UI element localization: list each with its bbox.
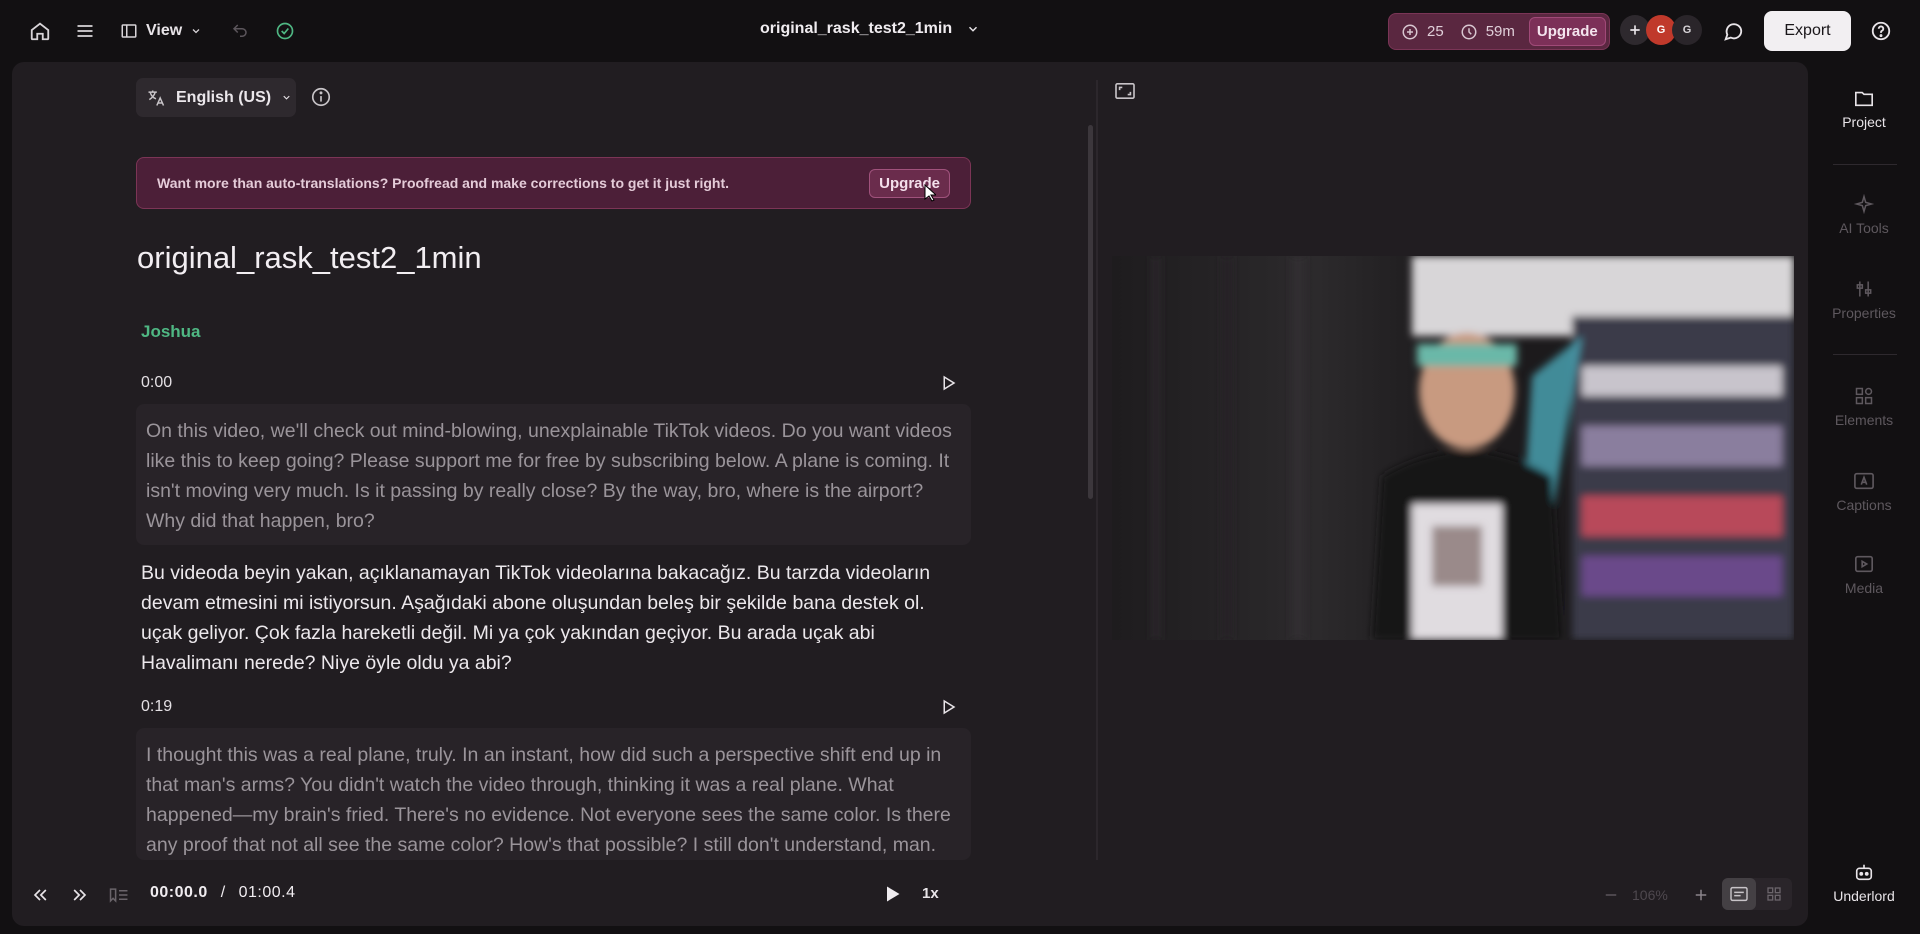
- credits-time: 59m: [1485, 23, 1515, 40]
- translate-icon: [148, 90, 165, 106]
- view-toggle: [1722, 878, 1792, 910]
- sidebar-label: Properties: [1832, 305, 1896, 321]
- skip-back-icon[interactable]: [30, 886, 50, 904]
- sidebar-item-elements[interactable]: Elements: [1818, 386, 1910, 428]
- transcript-scrollbar[interactable]: [1088, 125, 1093, 499]
- info-icon[interactable]: [310, 86, 334, 110]
- language-label: English (US): [176, 88, 272, 106]
- upgrade-button[interactable]: Upgrade: [1528, 17, 1606, 46]
- script-view-button[interactable]: [1722, 878, 1756, 910]
- chapters-icon[interactable]: [108, 886, 130, 904]
- plus-icon: [1630, 25, 1640, 35]
- document-title-dropdown[interactable]: original_rask_test2_1min: [760, 20, 980, 38]
- grid-view-button[interactable]: [1756, 878, 1792, 910]
- current-time: 00:00.0: [150, 884, 208, 901]
- time-separator: /: [220, 884, 226, 901]
- sidebar-label: Elements: [1834, 412, 1894, 428]
- play-button[interactable]: [882, 884, 902, 904]
- zoom-out-icon[interactable]: [1602, 886, 1620, 904]
- language-selector[interactable]: English (US): [136, 78, 296, 117]
- saved-check-icon: [272, 18, 298, 44]
- sidebar-label: Captions: [1836, 497, 1892, 513]
- zoom-level: 106%: [1632, 887, 1668, 903]
- segment-timestamp: 0:19: [141, 698, 173, 715]
- zoom-in-icon[interactable]: [1692, 886, 1710, 904]
- comments-icon[interactable]: [1720, 18, 1746, 44]
- sidebar-label: Media: [1844, 580, 1884, 596]
- upgrade-banner: Want more than auto-translations? Proofr…: [136, 157, 971, 209]
- sidebar-item-properties[interactable]: Properties: [1818, 279, 1910, 321]
- captions-icon: [1854, 472, 1874, 490]
- chevron-down-icon: [283, 95, 290, 100]
- transcript-title[interactable]: original_rask_test2_1min: [137, 240, 482, 276]
- avatar[interactable]: G: [1672, 15, 1702, 45]
- sidebar-label: Project: [1842, 114, 1886, 130]
- play-icon: [943, 699, 956, 715]
- player-bar: 00:00.0 / 01:00.4 1x 106%: [12, 870, 1808, 920]
- play-icon: [887, 886, 900, 902]
- grid-icon: [1767, 887, 1781, 901]
- fullscreen-icon[interactable]: [1114, 82, 1136, 100]
- sidebar-label: Underlord: [1833, 888, 1895, 904]
- collaborators: G G: [1620, 15, 1702, 45]
- robot-icon: [1855, 864, 1873, 881]
- skip-forward-icon[interactable]: [70, 886, 90, 904]
- credits-panel[interactable]: 25 59m Upgrade: [1388, 13, 1610, 50]
- cursor-icon: [924, 184, 936, 202]
- document-title: original_rask_test2_1min: [760, 20, 953, 37]
- view-label: View: [146, 22, 183, 39]
- media-icon: [1855, 555, 1873, 573]
- home-icon[interactable]: [27, 18, 53, 44]
- sidebar-item-captions[interactable]: Captions: [1818, 471, 1910, 513]
- segment-timestamp: 0:00: [141, 374, 173, 391]
- menu-icon[interactable]: [72, 18, 98, 44]
- panel-divider[interactable]: [1096, 80, 1098, 860]
- credits-icon: [1402, 24, 1418, 39]
- banner-upgrade-button[interactable]: Upgrade: [869, 168, 950, 198]
- chevron-down-icon: [192, 29, 200, 34]
- clock-icon: [1461, 24, 1477, 39]
- sliders-icon: [1856, 281, 1872, 297]
- export-button[interactable]: Export: [1764, 11, 1851, 51]
- top-bar: View original_rask_test2_1min 25 59m Upg…: [0, 0, 1920, 62]
- banner-text: Want more than auto-translations? Proofr…: [157, 175, 729, 191]
- help-icon[interactable]: [1868, 18, 1894, 44]
- shapes-icon: [1855, 387, 1873, 405]
- sidebar-label: AI Tools: [1839, 220, 1889, 236]
- layout-icon: [121, 24, 137, 38]
- view-menu-button[interactable]: View: [120, 18, 202, 44]
- original-text-block[interactable]: On this video, we'll check out mind-blow…: [136, 404, 971, 545]
- original-text-block[interactable]: I thought this was a real plane, truly. …: [136, 728, 971, 860]
- translated-text-block[interactable]: Bu videoda beyin yakan, açıklanamayan Ti…: [136, 558, 971, 678]
- credits-count: 25: [1427, 23, 1444, 40]
- sidebar-item-ai-tools[interactable]: AI Tools: [1818, 194, 1910, 236]
- video-frame: [1112, 256, 1794, 640]
- timecode: 00:00.0 / 01:00.4: [150, 884, 296, 902]
- play-segment-button[interactable]: [939, 698, 957, 716]
- sparkle-icon: [1853, 194, 1875, 214]
- video-preview[interactable]: [1112, 256, 1794, 640]
- total-time: 01:00.4: [238, 884, 296, 901]
- script-icon: [1730, 886, 1748, 902]
- undo-icon[interactable]: [227, 18, 253, 44]
- sidebar-item-project[interactable]: Project: [1818, 88, 1910, 130]
- sidebar-separator: [1833, 164, 1897, 165]
- play-icon: [943, 375, 956, 391]
- play-segment-button[interactable]: [939, 374, 957, 392]
- playback-speed[interactable]: 1x: [922, 885, 939, 902]
- chevron-down-icon: [969, 26, 978, 32]
- sidebar-separator: [1833, 354, 1897, 355]
- folder-icon: [1855, 91, 1873, 107]
- speaker-label[interactable]: Joshua: [141, 322, 201, 342]
- sidebar-item-underlord[interactable]: Underlord: [1818, 862, 1910, 904]
- sidebar-item-media[interactable]: Media: [1818, 554, 1910, 596]
